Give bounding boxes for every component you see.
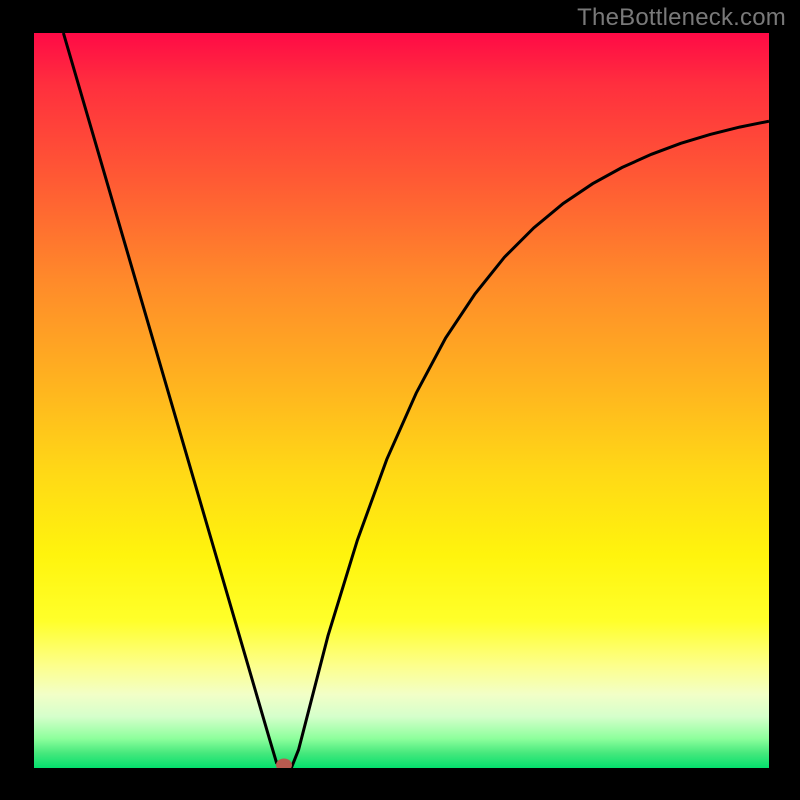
plot-area: [34, 33, 769, 768]
watermark-text: TheBottleneck.com: [577, 4, 786, 32]
bottleneck-curve: [34, 33, 769, 768]
minimum-marker: [276, 759, 292, 769]
chart-frame: TheBottleneck.com: [0, 0, 800, 800]
